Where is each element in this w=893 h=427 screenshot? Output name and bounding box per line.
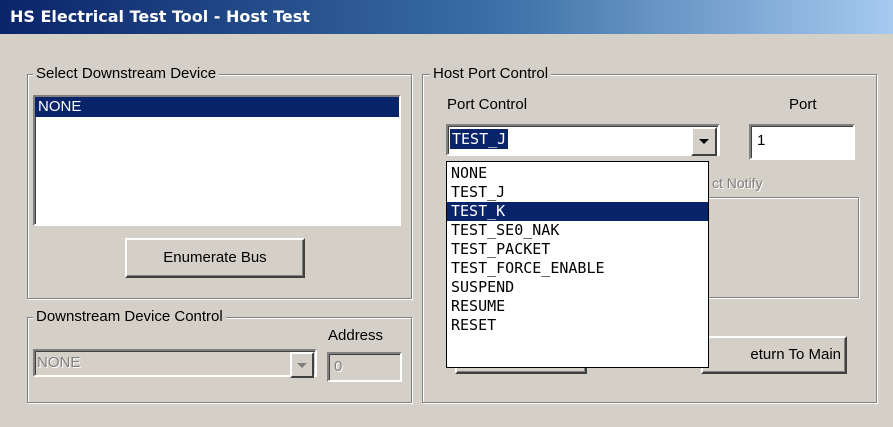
option-test-packet[interactable]: TEST_PACKET	[447, 240, 708, 259]
port-control-select[interactable]: TEST_J	[446, 124, 720, 156]
notify-frame	[700, 197, 859, 298]
downstream-device-list[interactable]: NONE	[33, 95, 401, 226]
port-control-dropdown-button[interactable]	[691, 127, 717, 156]
port-control-label: Port Control	[447, 96, 528, 113]
chevron-down-icon	[297, 362, 307, 368]
port-input[interactable]: 1	[749, 124, 855, 160]
option-test-j[interactable]: TEST_J	[447, 183, 708, 202]
option-test-se0-nak[interactable]: TEST_SE0_NAK	[447, 221, 708, 240]
return-to-main-button[interactable]: eturn To Main	[701, 336, 847, 374]
device-select-dropdown-button	[290, 352, 314, 378]
notify-label: ct Notify	[712, 175, 763, 191]
device-select-value: NONE	[37, 354, 81, 371]
option-suspend[interactable]: SUSPEND	[447, 278, 708, 297]
chevron-down-icon	[699, 139, 709, 144]
address-label: Address	[328, 327, 384, 344]
port-control-dropdown-list[interactable]: NONE TEST_J TEST_K TEST_SE0_NAK TEST_PAC…	[446, 161, 709, 368]
downstream-control-legend: Downstream Device Control	[33, 308, 226, 326]
host-port-control-legend: Host Port Control	[430, 65, 552, 83]
list-item[interactable]: NONE	[35, 97, 399, 117]
option-test-force-enable[interactable]: TEST_FORCE_ENABLE	[447, 259, 708, 278]
address-input: 0	[327, 352, 402, 382]
port-value: 1	[757, 132, 766, 149]
enumerate-bus-button[interactable]: Enumerate Bus	[125, 238, 305, 278]
port-label: Port	[789, 96, 817, 113]
window-title: HS Electrical Test Tool - Host Test	[10, 7, 310, 26]
select-downstream-legend: Select Downstream Device	[33, 65, 220, 83]
address-value: 0	[334, 358, 343, 375]
option-reset[interactable]: RESET	[447, 316, 708, 335]
window-title-bar: HS Electrical Test Tool - Host Test	[0, 0, 893, 34]
option-resume[interactable]: RESUME	[447, 297, 708, 316]
option-none[interactable]: NONE	[447, 164, 708, 183]
device-select: NONE	[33, 349, 317, 378]
option-test-k[interactable]: TEST_K	[447, 202, 708, 221]
port-control-value: TEST_J	[450, 129, 509, 149]
